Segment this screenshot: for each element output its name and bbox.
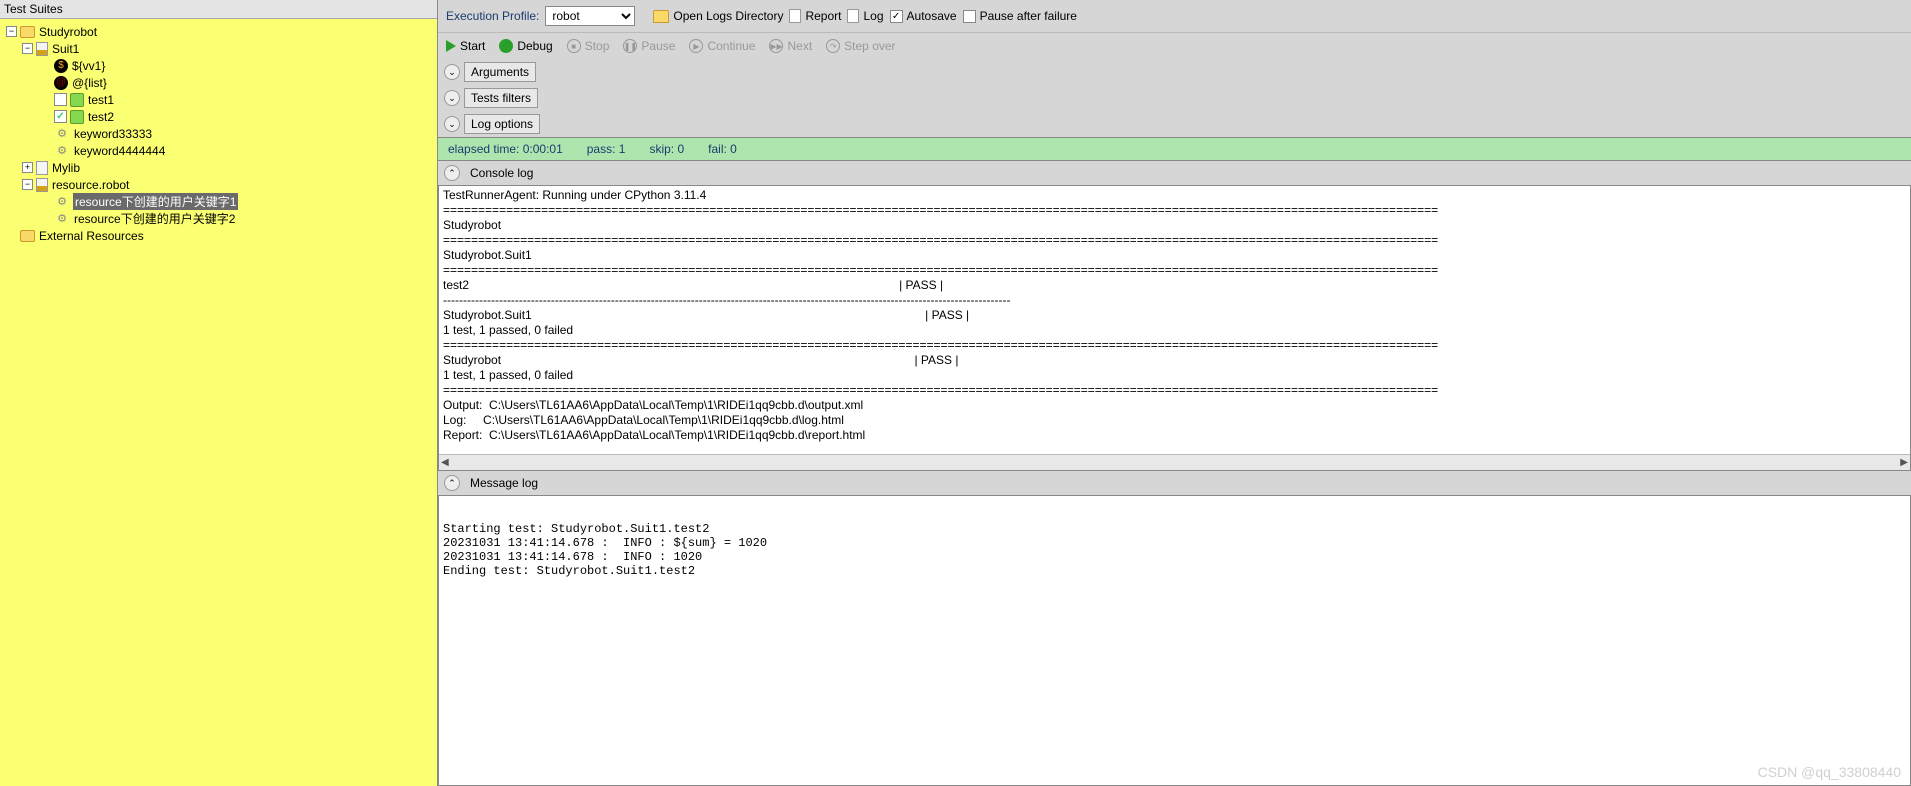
test1-checkbox[interactable] <box>54 93 67 106</box>
expand-tests-filters-toggle[interactable]: ⌄ <box>444 90 460 106</box>
console-log-label: Console log <box>464 164 539 182</box>
open-logs-button[interactable]: Open Logs Directory <box>653 9 783 23</box>
tree-resource-kw2[interactable]: ⚙ resource下创建的用户关键字2 <box>2 210 435 227</box>
message-log-section: ⌃ Message log <box>438 471 1911 495</box>
execution-toolbar: Execution Profile: robot Open Logs Direc… <box>438 0 1911 32</box>
collapse-console-toggle[interactable]: ⌃ <box>444 165 460 181</box>
stop-button: ■ Stop <box>567 39 610 53</box>
gear-icon: ⚙ <box>54 194 70 210</box>
console-scrollbar[interactable]: ◀ ▶ <box>439 454 1910 470</box>
log-button[interactable]: Log <box>847 9 883 23</box>
collapse-icon[interactable]: − <box>6 26 17 37</box>
stop-icon: ■ <box>567 39 581 53</box>
stepover-icon: ↷ <box>826 39 840 53</box>
log-options-label[interactable]: Log options <box>464 114 540 134</box>
run-toolbar: Start Debug ■ Stop ❚❚ Pause ▶ Continue ▶… <box>438 32 1911 59</box>
tree-var-list[interactable]: @ @{list} <box>2 74 435 91</box>
test-tree[interactable]: − Studyrobot − Suit1 $ ${vv1} @ @{list} <box>0 19 437 786</box>
test-suites-title: Test Suites <box>4 2 63 16</box>
page-icon <box>847 9 859 23</box>
tests-filters-section: ⌄ Tests filters <box>438 85 1911 111</box>
collapse-icon[interactable]: − <box>22 179 33 190</box>
stepover-button: ↷ Step over <box>826 39 895 53</box>
tree-resource-robot[interactable]: − resource.robot <box>2 176 435 193</box>
pause-icon: ❚❚ <box>623 39 637 53</box>
expand-arguments-toggle[interactable]: ⌄ <box>444 64 460 80</box>
elapsed-time: elapsed time: 0:00:01 <box>448 142 563 156</box>
autosave-checkbox-group[interactable]: Autosave <box>890 9 957 23</box>
tree-test2[interactable]: test2 <box>2 108 435 125</box>
collapse-icon[interactable]: − <box>22 43 33 54</box>
tree-mylib[interactable]: + Mylib <box>2 159 435 176</box>
tree-suit1[interactable]: − Suit1 <box>2 40 435 57</box>
tests-filters-label[interactable]: Tests filters <box>464 88 538 108</box>
list-var-icon: @ <box>54 76 68 90</box>
test-icon <box>70 110 84 124</box>
test-suites-panel: Test Suites − Studyrobot − Suit1 $ ${vv1… <box>0 0 438 786</box>
execution-profile-label: Execution Profile: <box>446 9 539 23</box>
gear-icon: ⚙ <box>54 211 70 227</box>
pause-after-failure-checkbox[interactable] <box>963 10 976 23</box>
skip-count: skip: 0 <box>649 142 684 156</box>
continue-icon: ▶ <box>689 39 703 53</box>
scalar-var-icon: $ <box>54 59 68 73</box>
console-log-section: ⌃ Console log <box>438 161 1911 185</box>
message-output[interactable]: Starting test: Studyrobot.Suit1.test2 20… <box>438 495 1911 786</box>
tree-keyword4444444[interactable]: ⚙ keyword4444444 <box>2 142 435 159</box>
arguments-section: ⌄ Arguments <box>438 59 1911 85</box>
tree-root-studyrobot[interactable]: − Studyrobot <box>2 23 435 40</box>
tree-test1[interactable]: test1 <box>2 91 435 108</box>
test-suites-header: Test Suites <box>0 0 437 19</box>
next-button: ▶▶ Next <box>769 39 812 53</box>
pause-after-failure-group[interactable]: Pause after failure <box>963 9 1077 23</box>
tree-var-vv1[interactable]: $ ${vv1} <box>2 57 435 74</box>
scroll-right-icon[interactable]: ▶ <box>1900 457 1908 468</box>
message-log-label: Message log <box>464 474 544 492</box>
bug-icon <box>499 39 513 53</box>
report-button[interactable]: Report <box>789 9 841 23</box>
pass-count: pass: 1 <box>587 142 626 156</box>
gear-icon: ⚙ <box>54 126 70 142</box>
file-icon <box>36 161 48 175</box>
scroll-left-icon[interactable]: ◀ <box>441 457 449 468</box>
console-output[interactable]: TestRunnerAgent: Running under CPython 3… <box>438 185 1911 471</box>
expand-icon[interactable]: + <box>22 162 33 173</box>
robot-file-icon <box>36 178 48 192</box>
log-options-section: ⌄ Log options <box>438 111 1911 137</box>
robot-file-icon <box>36 42 48 56</box>
tree-keyword33333[interactable]: ⚙ keyword33333 <box>2 125 435 142</box>
continue-button: ▶ Continue <box>689 39 755 53</box>
page-icon <box>789 9 801 23</box>
tree-resource-kw1[interactable]: ⚙ resource下创建的用户关键字1 <box>2 193 435 210</box>
gear-icon: ⚙ <box>54 143 70 159</box>
collapse-message-toggle[interactable]: ⌃ <box>444 475 460 491</box>
arguments-label[interactable]: Arguments <box>464 62 536 82</box>
fail-count: fail: 0 <box>708 142 737 156</box>
autosave-checkbox[interactable] <box>890 10 903 23</box>
play-icon <box>446 40 456 52</box>
folder-icon <box>20 26 35 38</box>
debug-button[interactable]: Debug <box>499 39 552 53</box>
folder-icon <box>653 10 669 23</box>
execution-panel: Execution Profile: robot Open Logs Direc… <box>438 0 1911 786</box>
execution-profile-select[interactable]: robot <box>545 6 635 26</box>
pause-button: ❚❚ Pause <box>623 39 675 53</box>
test2-checkbox[interactable] <box>54 110 67 123</box>
expand-log-options-toggle[interactable]: ⌄ <box>444 116 460 132</box>
status-bar: elapsed time: 0:00:01 pass: 1 skip: 0 fa… <box>438 137 1911 161</box>
test-icon <box>70 93 84 107</box>
folder-icon <box>20 230 35 242</box>
start-button[interactable]: Start <box>446 39 485 53</box>
next-icon: ▶▶ <box>769 39 783 53</box>
watermark: CSDN @qq_33808440 <box>1758 764 1901 780</box>
tree-external-resources[interactable]: External Resources <box>2 227 435 244</box>
